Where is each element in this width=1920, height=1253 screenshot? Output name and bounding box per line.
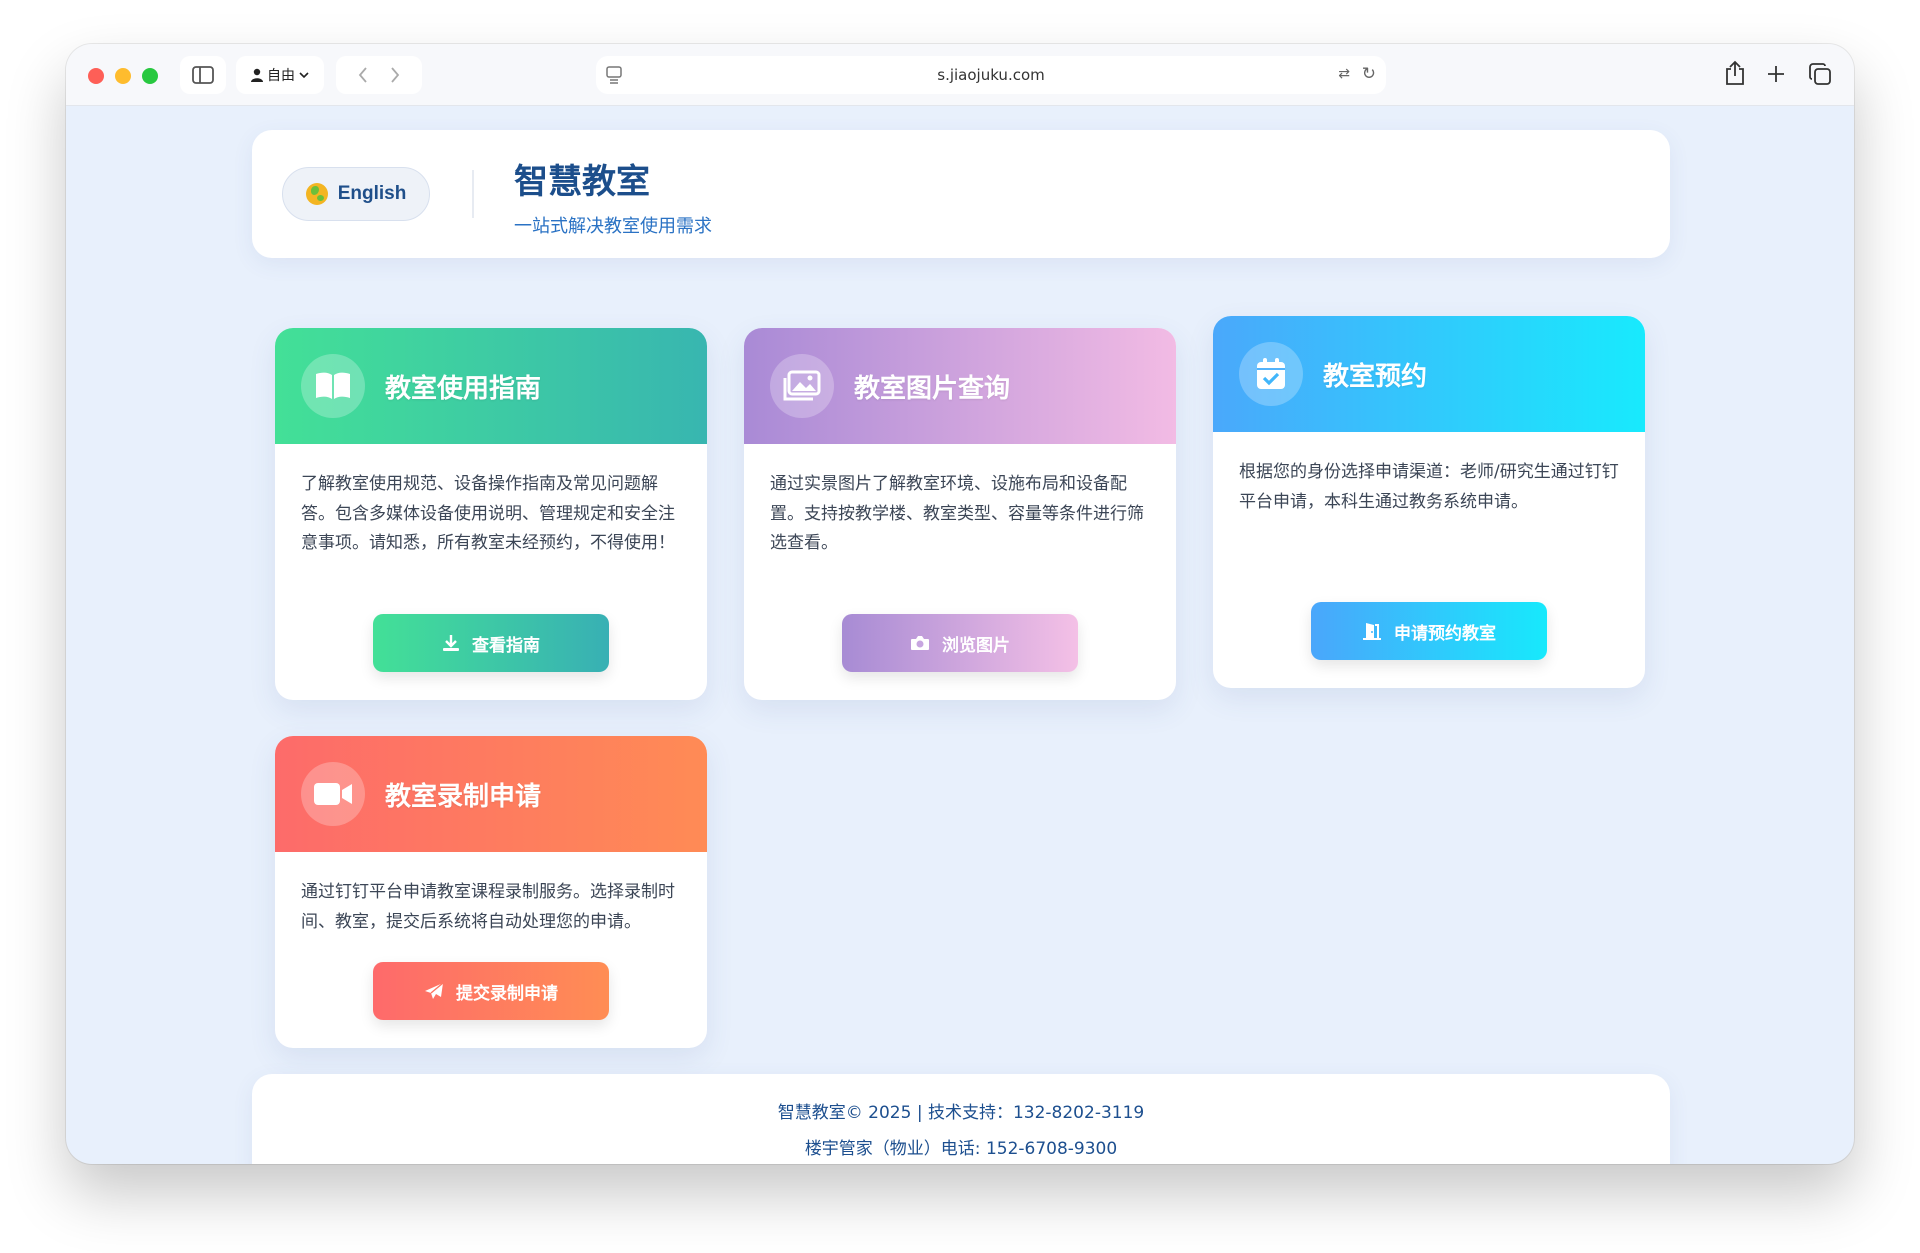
language-switch-button[interactable]: English [282, 167, 430, 221]
card-header: 教室预约 [1213, 316, 1645, 432]
download-icon [443, 635, 459, 651]
card-classroom-booking: 教室预约 根据您的身份选择申请渠道：老师/研究生通过钉钉平台申请，本科生通过教务… [1213, 316, 1645, 688]
images-icon [770, 354, 834, 418]
card-header: 教室图片查询 [744, 328, 1176, 444]
button-label: 申请预约教室 [1394, 623, 1496, 644]
book-icon [301, 354, 365, 418]
close-window-button[interactable] [88, 68, 104, 84]
new-tab-icon[interactable] [1766, 64, 1786, 84]
footer-property-contact: 楼宇管家（物业）电话: 152-6708-9300 [804, 1139, 1118, 1159]
header-divider [472, 170, 474, 218]
page-content: English 智慧教室 一站式解决教室使用需求 教室使用指南 了解教室使用规范… [66, 106, 1854, 1164]
translate-icon[interactable]: ⇄ [1338, 66, 1350, 82]
video-camera-icon [301, 762, 365, 826]
submit-recording-button[interactable]: 提交录制申请 [373, 962, 609, 1020]
card-description: 根据您的身份选择申请渠道：老师/研究生通过钉钉平台申请，本科生通过教务系统申请。 [1239, 462, 1619, 512]
view-guide-button[interactable]: 查看指南 [373, 614, 609, 672]
card-description: 通过实景图片了解教室环境、设施布局和设备配置。支持按教学楼、教室类型、容量等条件… [770, 474, 1144, 553]
globe-icon [305, 183, 328, 205]
tab-overview-icon[interactable] [1808, 62, 1832, 86]
card-classroom-guide: 教室使用指南 了解教室使用规范、设备操作指南及常见问题解答。包含多媒体设备使用说… [275, 328, 707, 700]
card-header: 教室使用指南 [275, 328, 707, 444]
card-description: 了解教室使用规范、设备操作指南及常见问题解答。包含多媒体设备使用说明、管理规定和… [301, 474, 675, 553]
browse-photos-button[interactable]: 浏览图片 [842, 614, 1078, 672]
zoom-window-button[interactable] [142, 68, 158, 84]
navigation-buttons [336, 56, 422, 94]
minimize-window-button[interactable] [115, 68, 131, 84]
site-title: 智慧教室 [514, 162, 650, 202]
card-description: 通过钉钉平台申请教室课程录制服务。选择录制时间、教室，提交后系统将自动处理您的申… [301, 882, 675, 932]
card-title: 教室图片查询 [854, 373, 1011, 404]
card-header: 教室录制申请 [275, 736, 707, 852]
sidebar-toggle-button[interactable] [180, 56, 226, 94]
site-footer: 智慧教室© 2025 | 技术支持：132-8202-3119 楼宇管家（物业）… [252, 1074, 1670, 1164]
reload-icon[interactable]: ↻ [1362, 64, 1376, 84]
button-label: 提交录制申请 [456, 983, 558, 1004]
person-icon [251, 68, 263, 82]
card-classroom-photos: 教室图片查询 通过实景图片了解教室环境、设施布局和设备配置。支持按教学楼、教室类… [744, 328, 1176, 700]
forward-arrow-icon[interactable] [390, 67, 400, 83]
address-bar[interactable]: s.jiaojuku.com ⇄ ↻ [596, 56, 1386, 94]
site-header: English 智慧教室 一站式解决教室使用需求 [252, 130, 1670, 258]
calendar-check-icon [1239, 342, 1303, 406]
book-classroom-button[interactable]: 申请预约教室 [1311, 602, 1547, 660]
browser-window: 自由 s.jiaojuku.com ⇄ ↻ English 智慧教室 一站式解决… [66, 44, 1854, 1164]
button-label: 查看指南 [472, 635, 540, 656]
share-icon[interactable] [1724, 60, 1746, 86]
profile-menu-button[interactable]: 自由 [236, 56, 324, 94]
footer-copyright: 智慧教室© 2025 | 技术支持：132-8202-3119 [777, 1103, 1145, 1123]
camera-icon [911, 636, 929, 650]
card-title: 教室预约 [1323, 361, 1428, 392]
language-label: English [337, 183, 407, 204]
profile-label: 自由 [267, 68, 295, 84]
card-title: 教室使用指南 [385, 373, 542, 404]
chevron-down-icon [299, 72, 309, 79]
card-recording-request: 教室录制申请 通过钉钉平台申请教室课程录制服务。选择录制时间、教室，提交后系统将… [275, 736, 707, 1048]
site-subtitle: 一站式解决教室使用需求 [514, 216, 712, 237]
paper-plane-icon [425, 982, 444, 999]
door-icon [1363, 623, 1381, 640]
back-arrow-icon[interactable] [358, 67, 368, 83]
sidebar-icon [192, 66, 214, 84]
card-title: 教室录制申请 [385, 781, 542, 812]
url-text: s.jiaojuku.com [937, 66, 1045, 84]
button-label: 浏览图片 [942, 635, 1010, 656]
browser-toolbar: 自由 s.jiaojuku.com ⇄ ↻ [66, 44, 1854, 106]
